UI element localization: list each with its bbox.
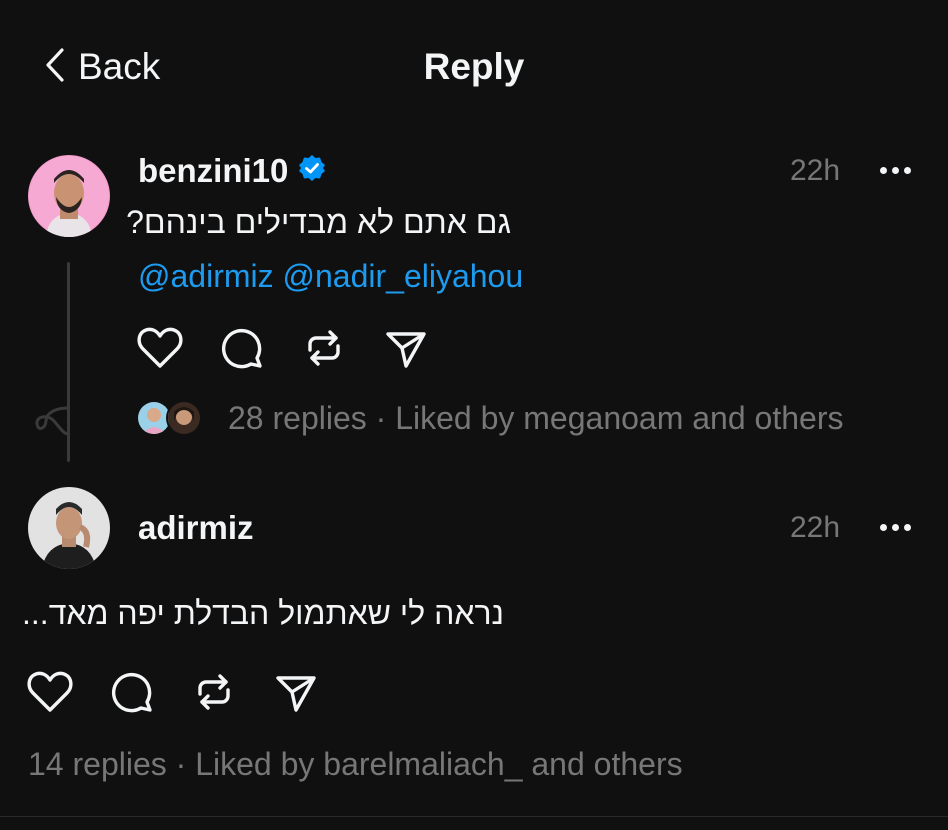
thread-loop-icon bbox=[34, 404, 74, 443]
reply-liked-by[interactable]: · Liked by barelmaliach_ and others bbox=[176, 746, 683, 782]
liker-avatars bbox=[136, 400, 208, 436]
verified-badge-icon bbox=[298, 152, 326, 190]
share-icon[interactable] bbox=[382, 324, 430, 372]
more-icon[interactable] bbox=[880, 524, 911, 531]
heart-icon[interactable] bbox=[26, 668, 74, 716]
more-icon[interactable] bbox=[880, 167, 911, 174]
post-replies[interactable]: 28 replies bbox=[228, 400, 367, 436]
avatar[interactable] bbox=[28, 487, 110, 569]
heart-icon[interactable] bbox=[136, 324, 184, 372]
post-actions bbox=[136, 324, 430, 372]
reply-stats: 14 replies · Liked by barelmaliach_ and … bbox=[28, 746, 683, 783]
reply-text: נראה לי שאתמול הבדלת יפה מאד... bbox=[22, 595, 504, 631]
post-mentions[interactable]: @adirmiz @nadir_eliyahou bbox=[138, 258, 523, 295]
reply-actions bbox=[26, 668, 320, 716]
reply-replies[interactable]: 14 replies bbox=[28, 746, 167, 782]
reply-time: 22h bbox=[790, 511, 841, 544]
post-time: 22h bbox=[790, 154, 841, 187]
repost-icon[interactable] bbox=[190, 668, 238, 716]
avatar[interactable] bbox=[28, 155, 110, 237]
post-username[interactable]: benzini10 bbox=[138, 152, 288, 190]
post-text: גם אתם לא מבדילים בינהם? bbox=[126, 204, 511, 240]
post-liked-by[interactable]: · Liked by meganoam and others bbox=[376, 400, 844, 436]
page-title: Reply bbox=[423, 46, 525, 87]
comment-icon[interactable] bbox=[108, 668, 156, 716]
share-icon[interactable] bbox=[272, 668, 320, 716]
divider bbox=[0, 816, 948, 817]
post-username-row: benzini10 bbox=[138, 152, 326, 190]
repost-icon[interactable] bbox=[300, 324, 348, 372]
post-stats: 28 replies · Liked by meganoam and other… bbox=[228, 400, 843, 437]
comment-icon[interactable] bbox=[218, 324, 266, 372]
reply-username[interactable]: adirmiz bbox=[138, 509, 254, 547]
liker-avatar bbox=[166, 400, 202, 436]
